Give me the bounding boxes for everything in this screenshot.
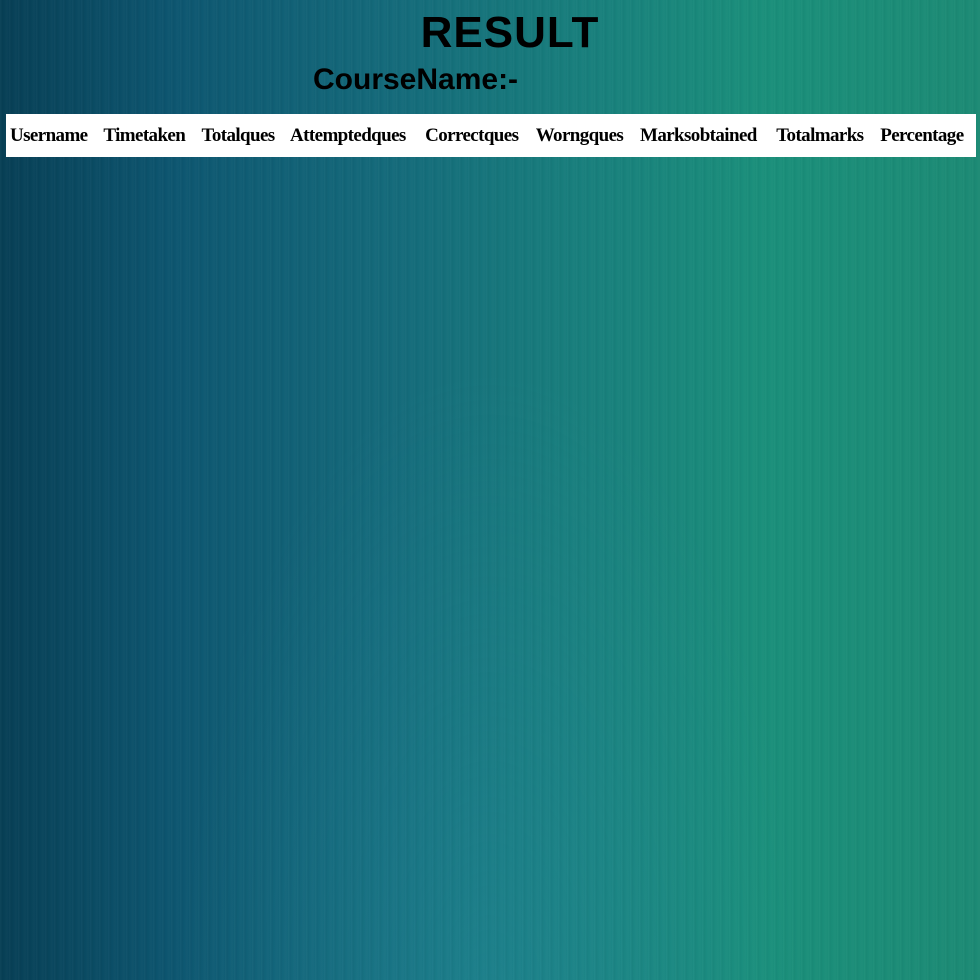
column-header-marksobtained: Marksobtained bbox=[639, 124, 757, 146]
column-header-percentage: Percentage bbox=[880, 124, 964, 146]
table-header-row: Username Timetaken Totalques Attemptedqu… bbox=[6, 114, 976, 157]
column-header-attemptedques: Attemptedques bbox=[290, 124, 406, 146]
course-name-label: CourseName:- bbox=[313, 63, 519, 96]
column-header-correctques: Correctques bbox=[425, 124, 519, 146]
column-header-worngques: Worngques bbox=[535, 124, 624, 146]
result-table: Username Timetaken Totalques Attemptedqu… bbox=[6, 114, 976, 157]
column-header-timetaken: Timetaken bbox=[103, 124, 186, 146]
column-header-totalmarks: Totalmarks bbox=[776, 124, 864, 146]
page-title: RESULT bbox=[420, 8, 600, 57]
column-header-totalques: Totalques bbox=[201, 124, 275, 146]
column-header-username: Username bbox=[10, 124, 88, 146]
